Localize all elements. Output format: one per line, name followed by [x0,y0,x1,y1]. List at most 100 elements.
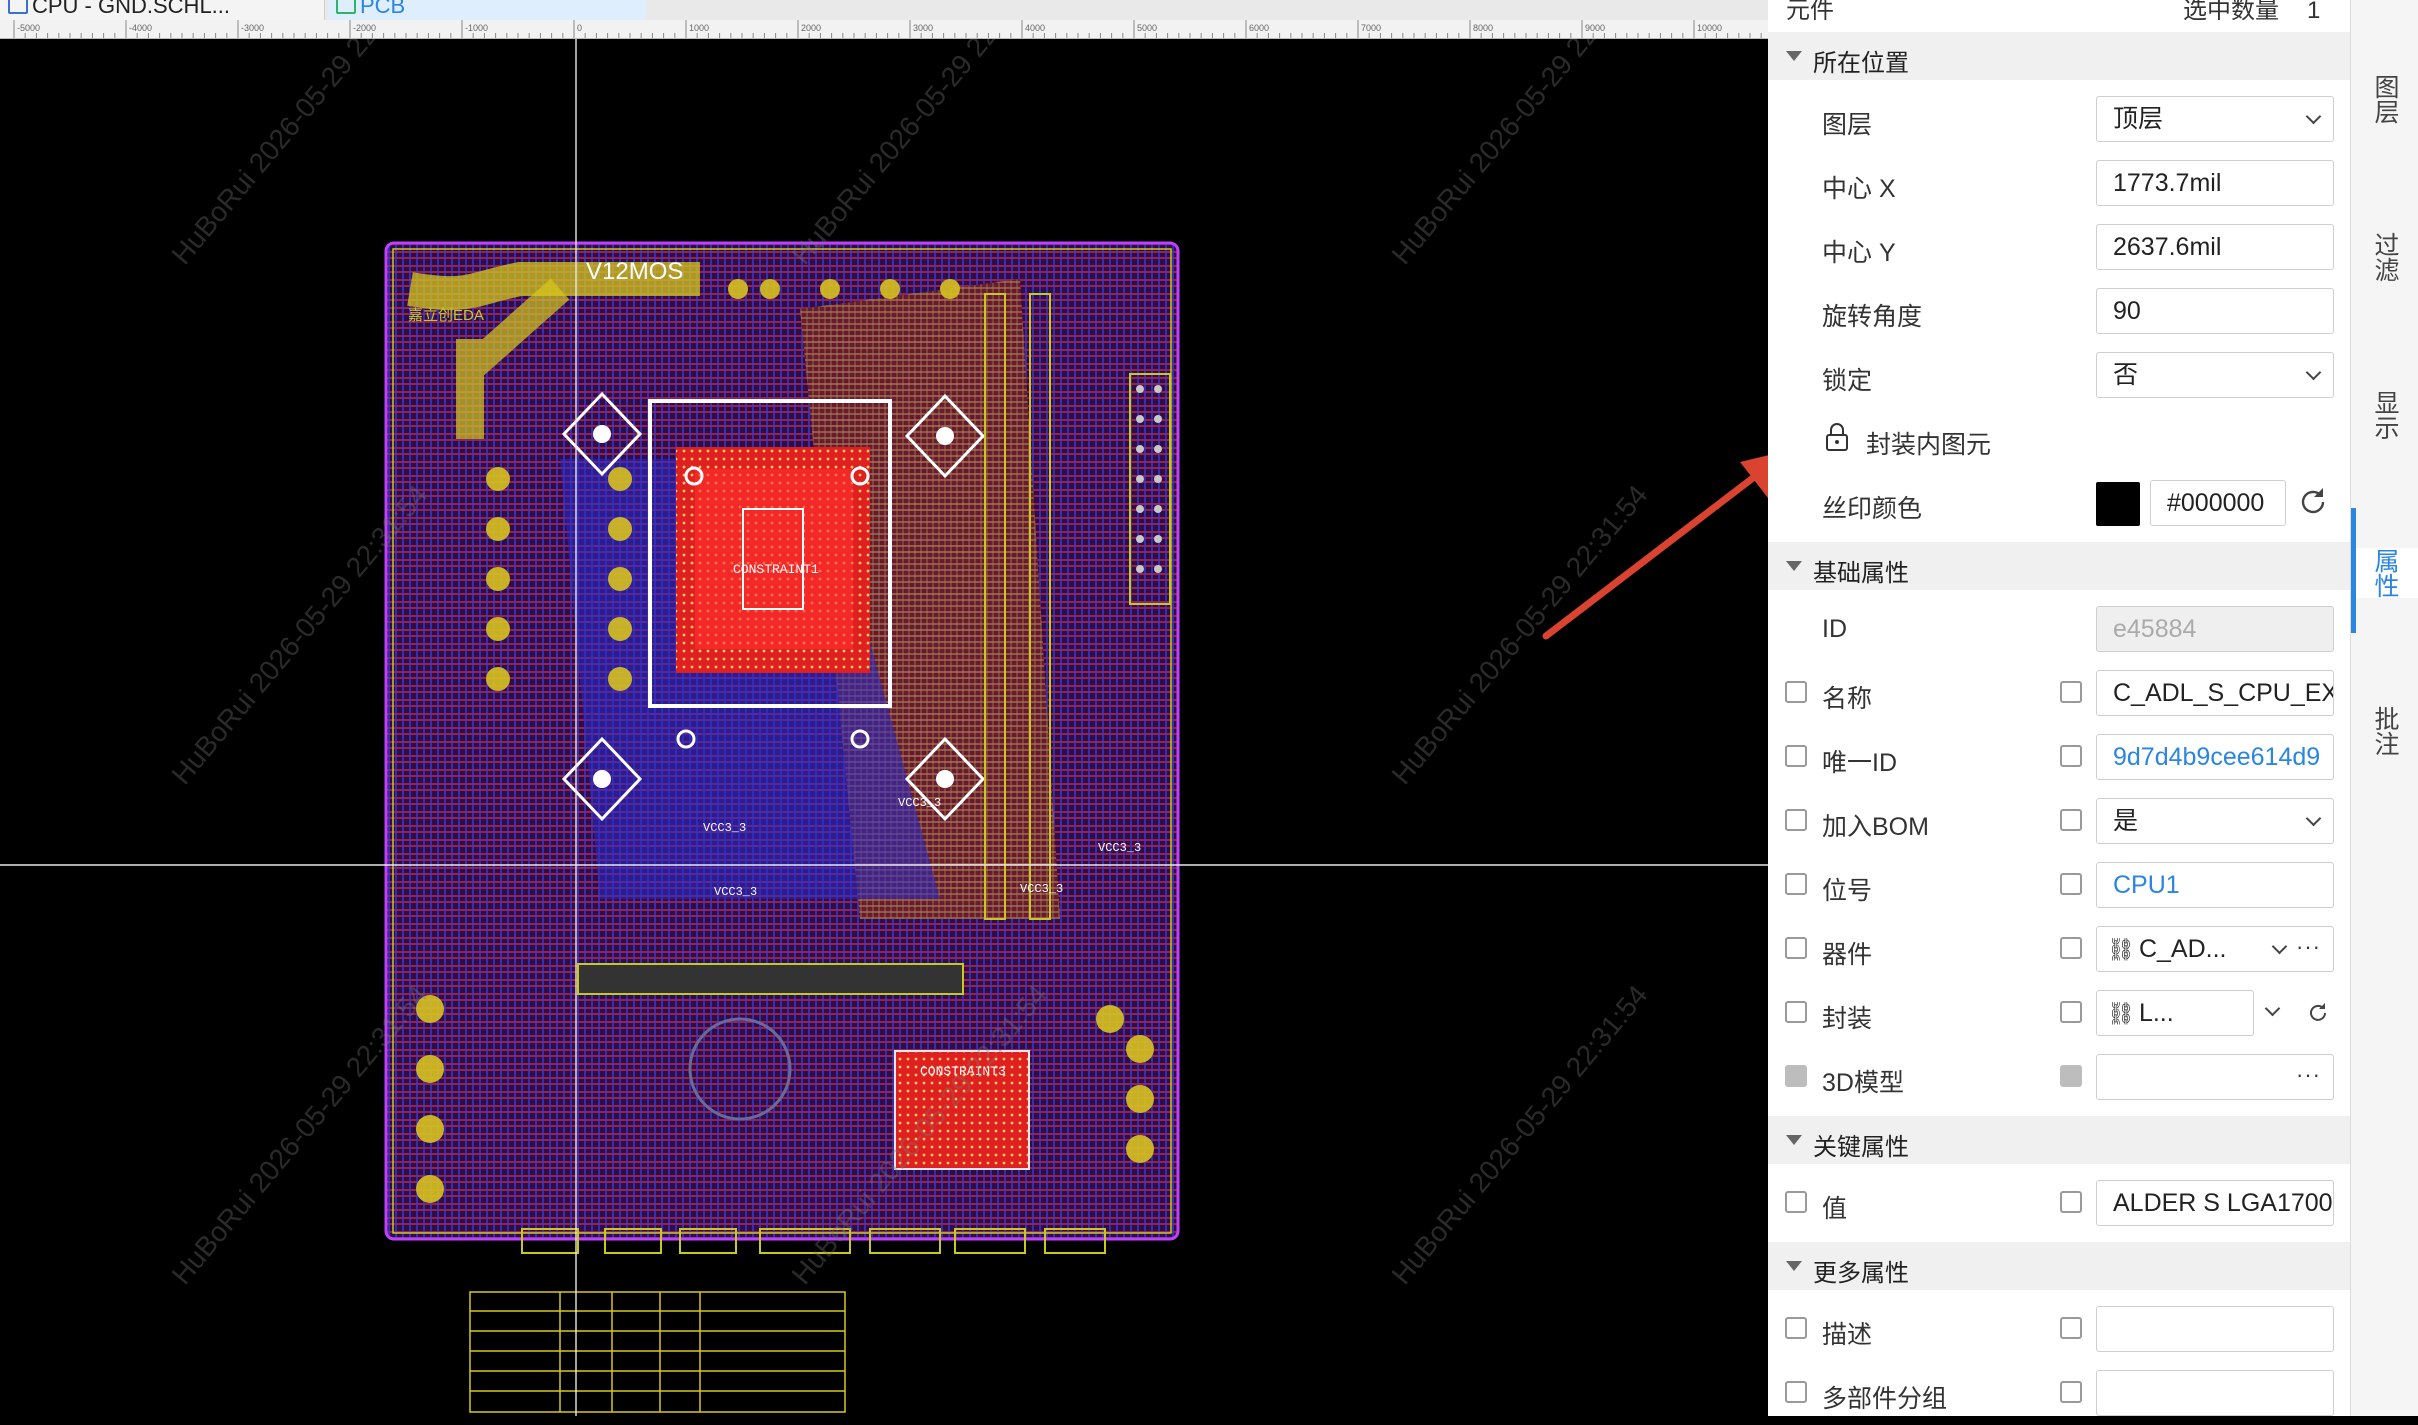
ruler-tick-label: -3000 [241,23,264,33]
pcb-canvas[interactable]: V12MOS CONSTRAINT1 CONSTRAINT3 VCC3_3 VC… [0,39,1768,1416]
side-tab-filter[interactable]: 过滤 [2351,232,2418,282]
designator-show-checkbox[interactable] [1785,873,1807,895]
section-basic-title: 基础属性 [1813,560,1909,587]
row-description: 描述 [1768,1297,2350,1361]
ruler-tick-label: 5000 [1137,23,1157,33]
group-visible-checkbox[interactable] [2060,1381,2082,1403]
device-visible-checkbox[interactable] [2060,937,2082,959]
row-id: ID e45884 [1768,597,2350,661]
panel-header: 元件 选中数量 1 [1768,0,2350,20]
designator-input[interactable]: CPU1 [2096,862,2334,908]
schematic-file-icon [8,0,28,14]
document-tab-strip: CPU - GND.SCHL... PCB [0,0,1768,21]
tab-schematic-label: CPU - GND.SCHL... [32,0,231,18]
bom-value: 是 [2113,807,2139,835]
footprint-show-checkbox[interactable] [1785,1001,1807,1023]
row-designator: 位号 CPU1 [1768,853,2350,917]
device-select[interactable]: ⛓ C_AD... ··· [2096,926,2334,972]
desc-input[interactable] [2096,1306,2334,1352]
ruler-tick-label: -5000 [17,23,40,33]
more-options-icon[interactable]: ··· [2296,1055,2321,1097]
value-label: 值 [1822,1195,1848,1223]
silk-color-input[interactable]: #000000 [2150,480,2286,526]
ruler-tick-label: -2000 [353,23,376,33]
section-location[interactable]: 所在位置 [1768,32,2350,80]
side-tab-comments-label: 批注 [2371,706,2399,756]
ruler-tick-label: 7000 [1361,23,1381,33]
lock-value: 否 [2113,361,2139,389]
row-center-y: 中心 Y 2637.6mil [1768,215,2350,279]
side-tab-layers[interactable]: 图层 [2351,74,2418,124]
device-show-checkbox[interactable] [1785,937,1807,959]
reset-color-icon[interactable] [2296,485,2330,519]
board-label-constraint3: CONSTRAINT3 [920,1064,1006,1079]
chevron-down-icon[interactable] [2271,938,2288,955]
side-tab-layers-label: 图层 [2371,74,2399,124]
rotation-label: 旋转角度 [1822,303,1923,331]
more-options-icon[interactable]: ··· [2296,927,2321,969]
uid-label: 唯一ID [1822,749,1898,777]
section-key-title: 关键属性 [1813,1134,1909,1161]
name-visible-checkbox[interactable] [2060,681,2082,703]
uid-visible-checkbox[interactable] [2060,745,2082,767]
desc-visible-checkbox[interactable] [2060,1317,2082,1339]
chevron-down-icon[interactable] [2264,1000,2281,1017]
layer-select[interactable]: 顶层 [2096,96,2334,142]
ruler-tick-label: 9000 [1585,23,1605,33]
center-x-input[interactable]: 1773.7mil [2096,160,2334,206]
group-input[interactable] [2096,1370,2334,1416]
center-x-label: 中心 X [1822,175,1896,203]
lock-select[interactable]: 否 [2096,352,2334,398]
uid-input[interactable]: 9d7d4b9cee614d9 [2096,734,2334,780]
row-footprint: 封装 ⛓ L... [1768,981,2350,1045]
layer-value: 顶层 [2113,105,2164,133]
ruler-tick-label: 8000 [1473,23,1493,33]
designator-label: 位号 [1822,877,1873,905]
uid-show-checkbox[interactable] [1785,745,1807,767]
section-basic[interactable]: 基础属性 [1768,542,2350,590]
rotation-input[interactable]: 90 [2096,288,2334,334]
designator-visible-checkbox[interactable] [2060,873,2082,895]
board-label-logo: 嘉立创EDA [408,307,484,324]
bom-visible-checkbox[interactable] [2060,809,2082,831]
bom-label: 加入BOM [1822,813,1929,841]
row-name: 名称 C_ADL_S_CPU_EXT [1768,661,2350,725]
chevron-down-icon [2305,364,2322,381]
value-visible-checkbox[interactable] [2060,1191,2082,1213]
center-y-input[interactable]: 2637.6mil [2096,224,2334,270]
section-more[interactable]: 更多属性 [1768,1242,2350,1290]
silk-color-swatch[interactable] [2096,482,2140,526]
refresh-icon[interactable] [2306,1001,2330,1025]
value-show-checkbox[interactable] [1785,1191,1807,1213]
value-input[interactable]: ALDER S LGA1700 [2096,1180,2334,1226]
footprint-visible-checkbox[interactable] [2060,1001,2082,1023]
name-show-checkbox[interactable] [1785,681,1807,703]
ruler-tick-label: 0 [577,23,582,33]
side-tab-display[interactable]: 显示 [2351,390,2418,440]
selection-count-label: 选中数量 [2183,0,2279,20]
footprint-value: L... [2138,999,2174,1027]
bom-select[interactable]: 是 [2096,798,2334,844]
side-tab-properties[interactable]: 属性 [2351,508,2418,633]
model-visible-checkbox [2060,1065,2082,1087]
chevron-down-icon [2305,810,2322,827]
lock-icon[interactable] [1824,422,1850,452]
silk-color-label: 丝印颜色 [1822,495,1923,523]
group-show-checkbox[interactable] [1785,1381,1807,1403]
desc-show-checkbox[interactable] [1785,1317,1807,1339]
collapse-triangle-icon [1786,561,1802,571]
id-input: e45884 [2096,606,2334,652]
row-multipart-group: 多部件分组 [1768,1361,2350,1425]
section-key[interactable]: 关键属性 [1768,1116,2350,1164]
footprint-select[interactable]: ⛓ L... [2096,990,2254,1036]
tab-pcb[interactable]: PCB [328,0,646,20]
model-select[interactable]: ··· [2096,1054,2334,1100]
bom-show-checkbox[interactable] [1785,809,1807,831]
name-input[interactable]: C_ADL_S_CPU_EXT [2096,670,2334,716]
tab-schematic[interactable]: CPU - GND.SCHL... [0,0,325,20]
device-value: C_AD... [2138,935,2227,963]
board-label-vcc-1: VCC3_3 [703,821,746,835]
row-inner-primitive[interactable]: 封装内图元 [1768,407,2350,471]
board-label-vcc-2: VCC3_3 [714,885,757,899]
side-tab-comments[interactable]: 批注 [2351,706,2418,756]
